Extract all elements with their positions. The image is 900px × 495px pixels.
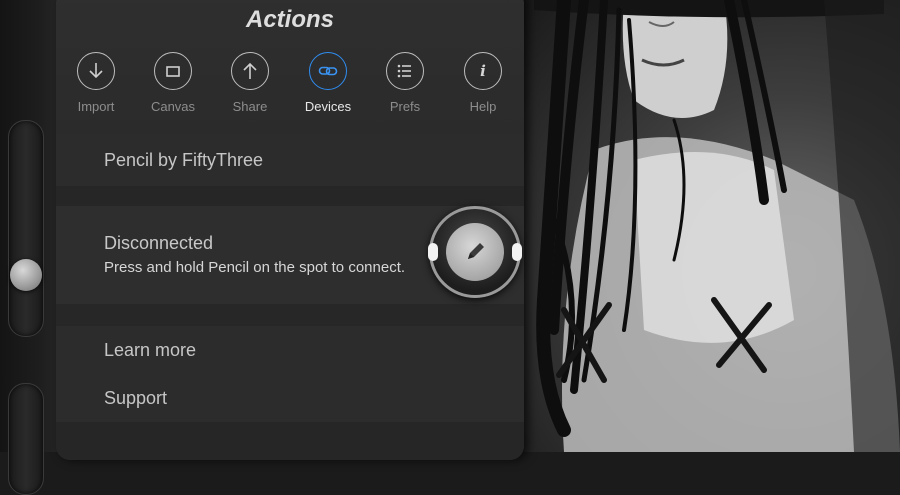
tab-help-label: Help: [469, 99, 497, 114]
tab-canvas[interactable]: Canvas: [133, 52, 213, 114]
section-divider: [56, 186, 524, 206]
connection-hint: Press and hold Pencil on the spot to con…: [104, 259, 406, 276]
tab-prefs[interactable]: Prefs: [365, 52, 445, 114]
artwork-drawing: [534, 0, 900, 452]
tab-import-label: Import: [77, 99, 115, 114]
svg-text:i: i: [480, 62, 486, 80]
pencil-connect-spot[interactable]: [428, 206, 522, 298]
tab-devices[interactable]: Devices: [288, 52, 368, 114]
device-name-row[interactable]: Pencil by FiftyThree: [56, 134, 524, 186]
link-chain-icon: [309, 52, 347, 90]
support-link[interactable]: Support: [56, 374, 524, 422]
share-arrow-icon: [231, 52, 269, 90]
connection-status-title: Disconnected: [104, 233, 214, 253]
section-divider: [56, 304, 524, 326]
tab-help[interactable]: i Help: [443, 52, 523, 114]
artwork-canvas[interactable]: [524, 0, 900, 452]
brush-size-slider-knob[interactable]: [10, 259, 42, 291]
tab-import[interactable]: Import: [56, 52, 136, 114]
tab-share-label: Share: [232, 99, 268, 114]
tab-canvas-label: Canvas: [150, 99, 196, 114]
tab-devices-label: Devices: [304, 99, 352, 114]
list-icon: [386, 52, 424, 90]
section-divider: [56, 422, 524, 460]
canvas-rect-icon: [154, 52, 192, 90]
actions-panel-header: Actions Import Canvas Share Devices Pref…: [56, 0, 524, 134]
tab-prefs-label: Prefs: [389, 99, 421, 114]
learn-more-link[interactable]: Learn more: [56, 326, 524, 374]
connect-spot-nub-left: [428, 243, 438, 261]
pencil-icon: [446, 223, 504, 281]
brush-size-slider[interactable]: [8, 120, 44, 337]
brush-slider-strip: [0, 0, 59, 495]
info-icon: i: [464, 52, 502, 90]
tab-share[interactable]: Share: [210, 52, 290, 114]
import-arrow-icon: [77, 52, 115, 90]
connect-spot-nub-right: [512, 243, 522, 261]
opacity-slider[interactable]: [8, 383, 44, 495]
panel-title: Actions: [245, 6, 334, 33]
